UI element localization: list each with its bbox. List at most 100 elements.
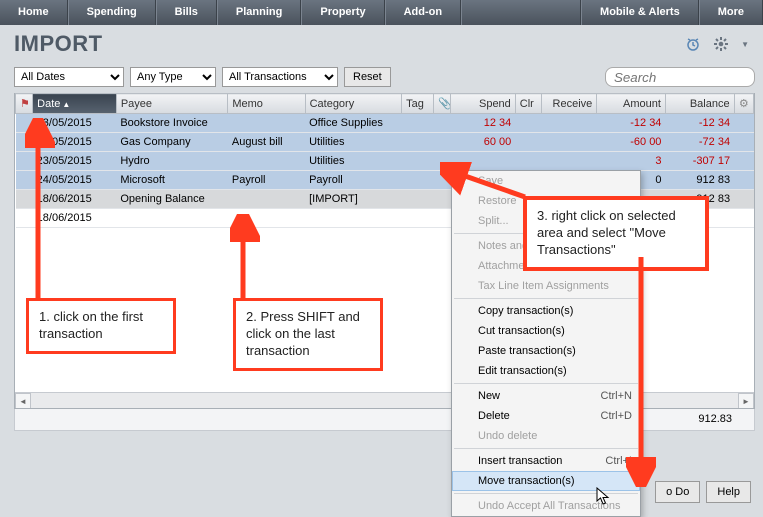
cell bbox=[402, 114, 434, 133]
annotation-1: 1. click on the first transaction bbox=[26, 298, 176, 354]
ctx-separator bbox=[454, 493, 638, 494]
ctx-move-transactions[interactable]: Move transaction(s) bbox=[452, 471, 640, 491]
ctx-undo-accept: Undo Accept All Transactions bbox=[452, 496, 640, 516]
col-tag[interactable]: Tag bbox=[402, 94, 434, 114]
cell bbox=[402, 171, 434, 190]
ctx-tax-line: Tax Line Item Assignments bbox=[452, 276, 640, 296]
reset-button[interactable]: Reset bbox=[344, 67, 391, 87]
table-row[interactable]: 23/05/2015Bookstore InvoiceOffice Suppli… bbox=[16, 114, 754, 133]
nav-addon[interactable]: Add-on bbox=[385, 0, 461, 25]
cell bbox=[305, 209, 402, 228]
col-memo[interactable]: Memo bbox=[228, 94, 305, 114]
cell: Hydro bbox=[116, 152, 228, 171]
cell: Bookstore Invoice bbox=[116, 114, 228, 133]
todo-button[interactable]: o Do bbox=[655, 481, 700, 503]
ctx-delete[interactable]: DeleteCtrl+D bbox=[452, 406, 640, 426]
table-row[interactable]: 23/05/2015HydroUtilities3-307 17 bbox=[16, 152, 754, 171]
gear-icon: ⚙ bbox=[739, 98, 749, 110]
col-spend[interactable]: Spend bbox=[451, 94, 515, 114]
search-input[interactable] bbox=[605, 67, 755, 87]
col-attachment[interactable]: 📎 bbox=[434, 94, 451, 114]
col-amount[interactable]: Amount bbox=[597, 94, 666, 114]
cell: 18/06/2015 bbox=[33, 190, 117, 209]
cell: 23/05/2015 bbox=[33, 152, 117, 171]
bottom-buttons: o Do Help bbox=[655, 481, 751, 503]
shortcut-label: Ctrl+N bbox=[601, 390, 632, 402]
gear-icon[interactable] bbox=[713, 36, 729, 52]
ctx-insert[interactable]: Insert transactionCtrl+I bbox=[452, 451, 640, 471]
cell bbox=[434, 152, 451, 171]
annotation-2: 2. Press SHIFT and click on the last tra… bbox=[233, 298, 383, 371]
cell bbox=[734, 152, 753, 171]
nav-spacer bbox=[461, 0, 581, 25]
cell: 60 00 bbox=[451, 133, 515, 152]
horizontal-scrollbar[interactable]: ◄ ► bbox=[15, 392, 754, 408]
cell: [IMPORT] bbox=[305, 190, 402, 209]
filter-bar: All Dates Any Type All Transactions Rese… bbox=[0, 67, 763, 93]
cell bbox=[541, 133, 597, 152]
ctx-copy[interactable]: Copy transaction(s) bbox=[452, 301, 640, 321]
cell bbox=[734, 133, 753, 152]
cell: 12 34 bbox=[451, 114, 515, 133]
nav-home[interactable]: Home bbox=[0, 0, 68, 25]
ctx-undo-delete: Undo delete bbox=[452, 426, 640, 446]
col-balance[interactable]: Balance bbox=[665, 94, 734, 114]
cell: 912 83 bbox=[665, 171, 734, 190]
ctx-new[interactable]: NewCtrl+N bbox=[452, 386, 640, 406]
ctx-edit[interactable]: Edit transaction(s) bbox=[452, 361, 640, 381]
cell bbox=[434, 171, 451, 190]
table-row[interactable]: 24/05/2015MicrosoftPayrollPayroll0912 83 bbox=[16, 171, 754, 190]
cell bbox=[451, 152, 515, 171]
col-settings[interactable]: ⚙ bbox=[734, 94, 753, 114]
cell bbox=[434, 114, 451, 133]
cell bbox=[434, 133, 451, 152]
ctx-separator bbox=[454, 383, 638, 384]
col-category[interactable]: Category bbox=[305, 94, 402, 114]
col-payee[interactable]: Payee bbox=[116, 94, 228, 114]
cell bbox=[434, 190, 451, 209]
filter-transactions[interactable]: All Transactions bbox=[222, 67, 338, 87]
cell bbox=[541, 114, 597, 133]
filter-dates[interactable]: All Dates bbox=[14, 67, 124, 87]
table-row[interactable]: 23/05/2015Gas CompanyAugust billUtilitie… bbox=[16, 133, 754, 152]
filter-type[interactable]: Any Type bbox=[130, 67, 216, 87]
col-clr[interactable]: Clr bbox=[515, 94, 541, 114]
cell: Microsoft bbox=[116, 171, 228, 190]
cell: Payroll bbox=[305, 171, 402, 190]
reminder-icon[interactable] bbox=[685, 36, 701, 52]
cell bbox=[402, 190, 434, 209]
scroll-left-button[interactable]: ◄ bbox=[15, 393, 31, 409]
cell: Payroll bbox=[228, 171, 305, 190]
nav-bills[interactable]: Bills bbox=[156, 0, 217, 25]
dropdown-arrow-icon[interactable]: ▼ bbox=[741, 40, 749, 49]
cell: Opening Balance bbox=[116, 190, 228, 209]
cell bbox=[16, 133, 33, 152]
col-receive[interactable]: Receive bbox=[541, 94, 597, 114]
cell bbox=[734, 190, 753, 209]
nav-planning[interactable]: Planning bbox=[217, 0, 301, 25]
col-date[interactable]: Date▲ bbox=[33, 94, 117, 114]
cell bbox=[16, 190, 33, 209]
paperclip-icon: 📎 bbox=[438, 98, 451, 110]
ctx-paste[interactable]: Paste transaction(s) bbox=[452, 341, 640, 361]
cell bbox=[16, 209, 33, 228]
shortcut-label: Ctrl+D bbox=[601, 410, 632, 422]
balance-total: 912.83 bbox=[698, 413, 732, 425]
cell: 24/05/2015 bbox=[33, 171, 117, 190]
cell bbox=[515, 114, 541, 133]
cell bbox=[515, 152, 541, 171]
scroll-right-button[interactable]: ► bbox=[738, 393, 754, 409]
nav-mobile-alerts[interactable]: Mobile & Alerts bbox=[581, 0, 699, 25]
cell bbox=[16, 171, 33, 190]
nav-property[interactable]: Property bbox=[301, 0, 384, 25]
cell: 18/06/2015 bbox=[33, 209, 117, 228]
cell bbox=[541, 152, 597, 171]
ctx-cut[interactable]: Cut transaction(s) bbox=[452, 321, 640, 341]
col-flag[interactable]: ⚑ bbox=[16, 94, 33, 114]
help-button[interactable]: Help bbox=[706, 481, 751, 503]
cell bbox=[734, 114, 753, 133]
title-bar: IMPORT ▼ bbox=[0, 25, 763, 67]
nav-more[interactable]: More bbox=[699, 0, 763, 25]
nav-spending[interactable]: Spending bbox=[68, 0, 156, 25]
ctx-separator bbox=[454, 448, 638, 449]
